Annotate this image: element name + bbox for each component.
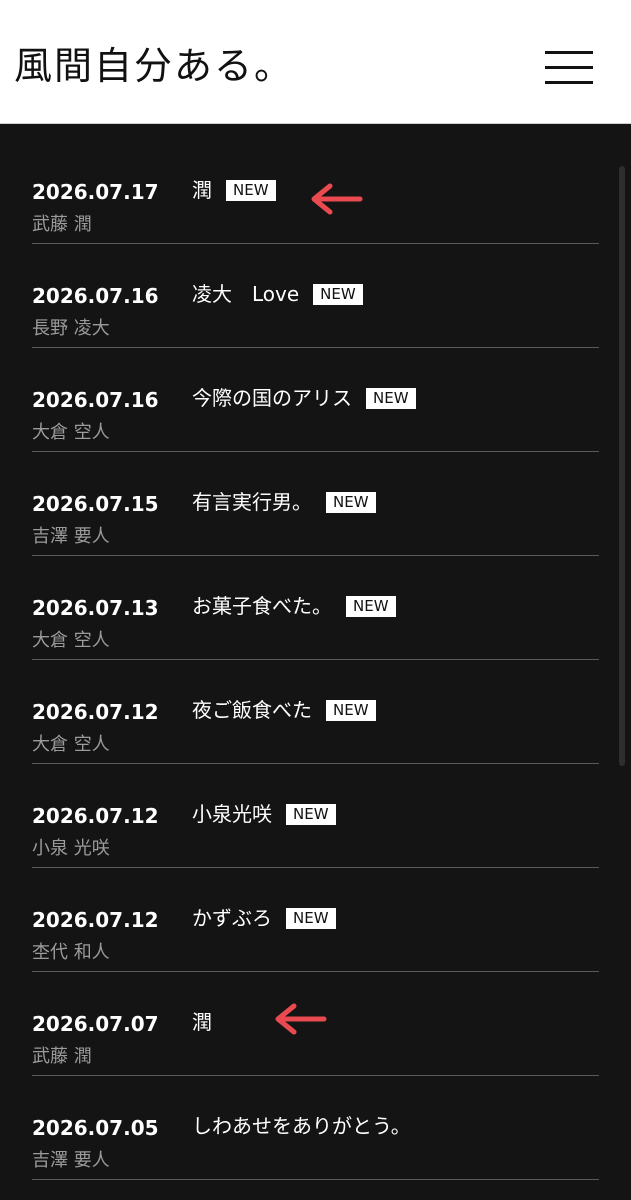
new-badge: NEW — [366, 388, 416, 409]
list-item[interactable]: 2026.07.05 しわあせをありがとう。 吉澤 要人 — [32, 1076, 599, 1180]
logo-text: 風間自分ある。 — [14, 44, 295, 88]
post-date: 2026.07.07 — [32, 1012, 159, 1036]
post-title: かずぶろ NEW — [192, 908, 336, 929]
list-item[interactable]: 2026.07.12 小泉光咲 NEW 小泉 光咲 — [32, 764, 599, 868]
site-logo[interactable]: 風間自分ある。 — [14, 26, 292, 106]
post-author: 杢代 和人 — [32, 942, 110, 963]
list-item[interactable]: 2026.07.16 凌大 Love NEW 長野 凌大 — [32, 244, 599, 348]
post-author: 吉澤 要人 — [32, 1150, 110, 1171]
post-title: 有言実行男。 NEW — [192, 492, 376, 513]
list-item[interactable]: 2026.07.16 今際の国のアリス NEW 大倉 空人 — [32, 348, 599, 452]
list-item[interactable]: 2026.07.13 お菓子食べた。 NEW 大倉 空人 — [32, 556, 599, 660]
post-date: 2026.07.16 — [32, 284, 159, 308]
post-title: 夜ご飯食べた NEW — [192, 700, 376, 721]
post-date: 2026.07.12 — [32, 804, 159, 828]
post-author: 大倉 空人 — [32, 630, 110, 651]
new-badge: NEW — [226, 180, 276, 201]
new-badge: NEW — [346, 596, 396, 617]
post-date: 2026.07.15 — [32, 492, 159, 516]
list-item[interactable]: 2026.07.12 かずぶろ NEW 杢代 和人 — [32, 868, 599, 972]
hamburger-menu-icon[interactable] — [540, 46, 596, 90]
scrollbar[interactable] — [619, 166, 625, 766]
post-date: 2026.07.17 — [32, 180, 159, 204]
post-author: 武藤 潤 — [32, 214, 92, 235]
left-arrow-icon — [275, 1003, 327, 1035]
post-author: 吉澤 要人 — [32, 526, 110, 547]
post-author: 長野 凌大 — [32, 318, 110, 339]
post-author: 小泉 光咲 — [32, 838, 110, 859]
new-badge: NEW — [326, 700, 376, 721]
post-title: しわあせをありがとう。 — [192, 1114, 411, 1138]
post-author: 武藤 潤 — [32, 1046, 92, 1067]
post-date: 2026.07.16 — [32, 388, 159, 412]
post-date: 2026.07.12 — [32, 908, 159, 932]
post-title: お菓子食べた。 NEW — [192, 596, 396, 617]
post-title: 小泉光咲 NEW — [192, 804, 336, 825]
post-author: 大倉 空人 — [32, 734, 110, 755]
post-title: 潤 — [192, 1010, 212, 1034]
left-arrow-icon — [311, 183, 363, 215]
new-badge: NEW — [313, 284, 363, 305]
new-badge: NEW — [286, 804, 336, 825]
list-item[interactable]: 2026.07.12 夜ご飯食べた NEW 大倉 空人 — [32, 660, 599, 764]
post-author: 大倉 空人 — [32, 422, 110, 443]
post-date: 2026.07.13 — [32, 596, 159, 620]
post-date: 2026.07.12 — [32, 700, 159, 724]
post-title: 今際の国のアリス NEW — [192, 388, 416, 409]
new-badge: NEW — [326, 492, 376, 513]
post-title: 潤 NEW — [192, 180, 276, 201]
post-title: 凌大 Love NEW — [192, 284, 363, 305]
new-badge: NEW — [286, 908, 336, 929]
post-date: 2026.07.05 — [32, 1116, 159, 1140]
site-header: 風間自分ある。 — [0, 0, 631, 124]
list-item[interactable]: 2026.07.15 有言実行男。 NEW 吉澤 要人 — [32, 452, 599, 556]
